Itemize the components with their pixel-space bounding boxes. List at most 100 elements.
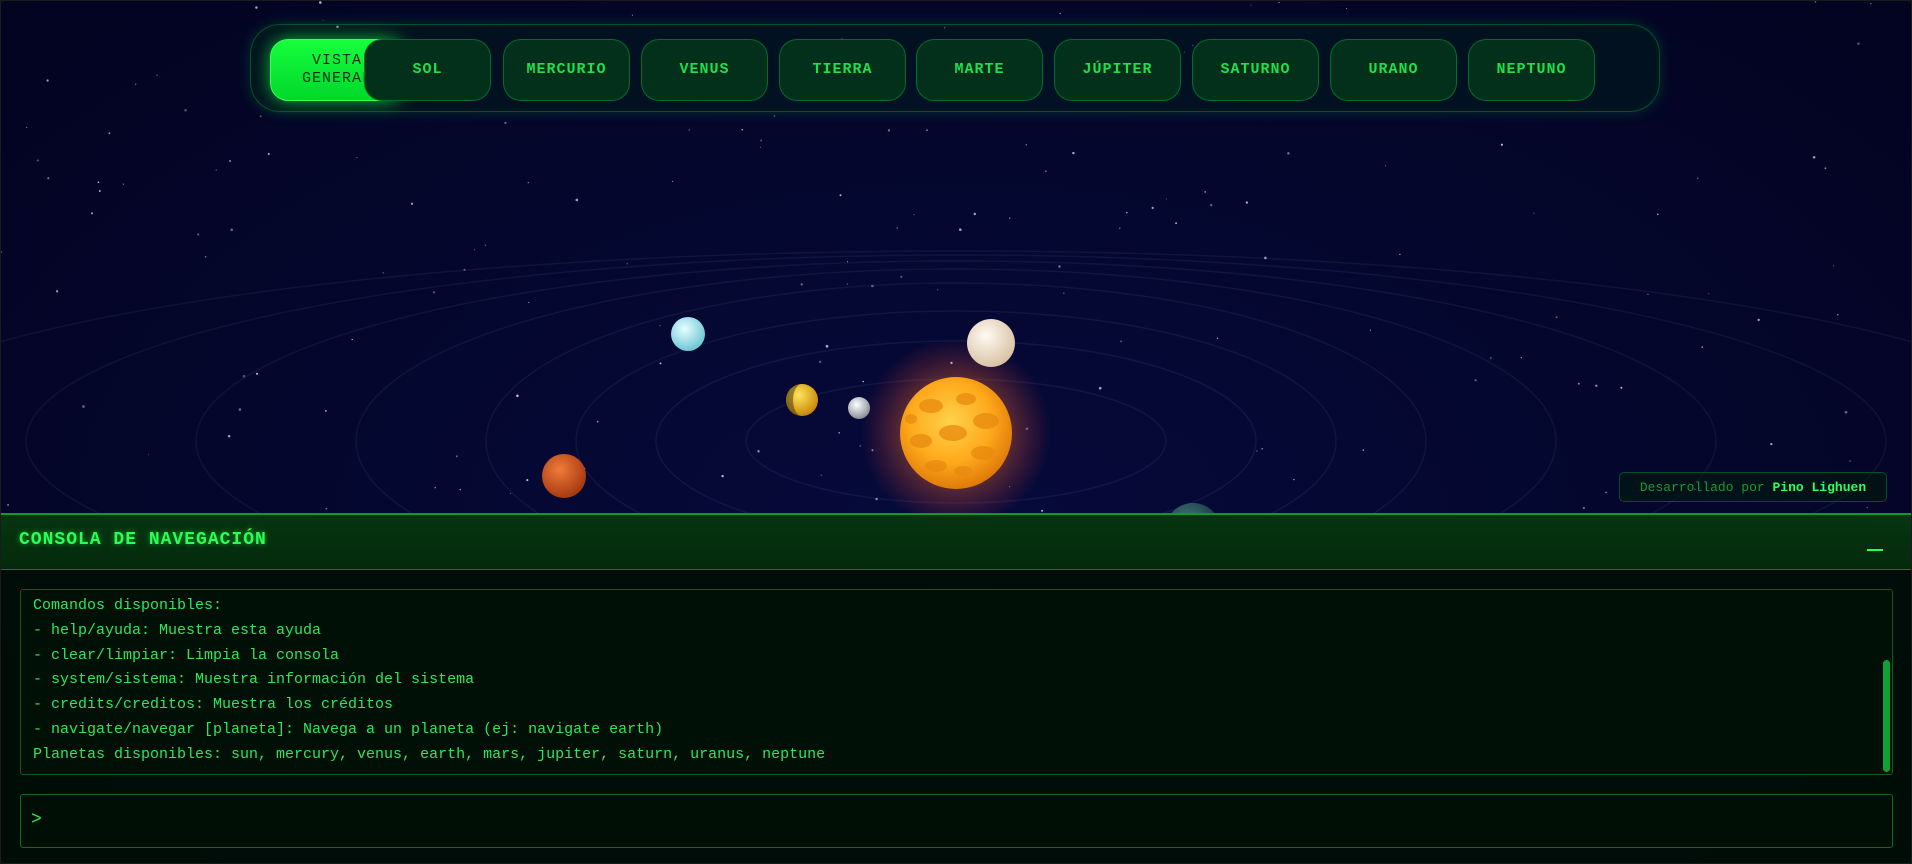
nav-button-mars[interactable]: MARTE [916, 39, 1043, 101]
star [1757, 318, 1760, 322]
credits-prefix: Desarrollado por [1639, 479, 1773, 495]
console-prompt: > [31, 810, 42, 830]
star [97, 181, 100, 184]
star [227, 434, 231, 438]
console-input-area: > [20, 794, 1893, 848]
star [1696, 177, 1699, 180]
nav-button-jupiter[interactable]: JÚPITER [1054, 39, 1181, 101]
star [82, 405, 85, 408]
star [90, 212, 94, 215]
nav-button-neptune[interactable]: NEPTUNO [1468, 39, 1595, 101]
star [825, 344, 829, 348]
star [1216, 337, 1219, 339]
planet-nav: VISTA GENERAL SOL MERCURIO VENUS TIERRA MARTE… [250, 24, 1660, 112]
star [1256, 450, 1258, 452]
app-window: VISTA GENERAL SOL MERCURIO VENUS TIERRA MARTE… [1, 1, 1911, 863]
nav-button-uranus[interactable]: URANO [1330, 39, 1457, 101]
console-line: - help/ayuda: Muestra esta ayuda [33, 621, 322, 639]
star [896, 227, 899, 229]
star [688, 129, 690, 131]
star [859, 445, 862, 447]
sun-body[interactable] [861, 338, 1051, 521]
console-input[interactable] [55, 805, 1879, 839]
star [1119, 227, 1121, 229]
star [322, 19, 324, 21]
star [575, 198, 579, 202]
star [528, 301, 530, 304]
star [1837, 313, 1839, 316]
venus-body[interactable] [967, 319, 1015, 367]
star [1844, 410, 1848, 414]
console-title: CONSOLA DE NAVEGACIÓN [19, 530, 267, 550]
star [937, 289, 939, 291]
console-scrollbar[interactable] [1883, 660, 1890, 772]
star [820, 474, 822, 476]
minimize-icon[interactable] [1865, 529, 1885, 555]
star [839, 194, 842, 197]
star [838, 431, 841, 434]
star [1063, 292, 1065, 294]
star [1175, 222, 1178, 225]
star [229, 160, 231, 162]
star [36, 159, 39, 162]
star [184, 109, 187, 112]
star [1250, 4, 1252, 6]
star [356, 157, 358, 159]
star [267, 152, 270, 156]
nav-button-earth[interactable]: TIERRA [779, 39, 906, 101]
star [1245, 201, 1249, 204]
star [1582, 506, 1585, 510]
uranus-body[interactable] [671, 317, 705, 351]
star [800, 283, 803, 286]
star [1595, 384, 1598, 387]
star [626, 263, 628, 265]
jupiter-body[interactable] [786, 384, 818, 416]
nav-button-saturn[interactable]: SATURNO [1192, 39, 1319, 101]
nav-button-mercury[interactable]: MERCURIO [503, 39, 630, 101]
star [1041, 509, 1044, 512]
star [1857, 42, 1860, 45]
star [760, 139, 763, 142]
star [215, 169, 217, 171]
star [1058, 265, 1061, 268]
star [1708, 293, 1710, 295]
mars-body[interactable] [542, 454, 586, 498]
star [526, 479, 529, 482]
star [474, 249, 476, 251]
console-output[interactable]: Comandos disponibles: - help/ayuda: Muest… [20, 589, 1893, 775]
star [434, 486, 437, 489]
star [230, 228, 234, 232]
star [818, 360, 822, 364]
nav-button-venus[interactable]: VENUS [641, 39, 768, 101]
nav-button-sun[interactable]: SOL [364, 39, 491, 101]
star [432, 291, 436, 294]
star [527, 181, 530, 184]
star [516, 394, 519, 398]
console-line: - credits/creditos: Muestra los créditos [33, 696, 394, 714]
star [255, 6, 258, 9]
star [1045, 170, 1047, 172]
console-line: - navigate/navegar [planeta]: Navega a u… [33, 720, 664, 738]
star [1261, 448, 1263, 450]
star [1474, 379, 1477, 382]
star [959, 228, 962, 231]
star [108, 132, 111, 135]
star [741, 128, 744, 131]
star [238, 408, 242, 411]
star [1500, 143, 1503, 146]
star [410, 202, 414, 205]
star [204, 255, 207, 258]
star [122, 183, 125, 185]
star [46, 79, 49, 82]
star [1520, 357, 1522, 359]
star [596, 420, 599, 423]
mercury-body[interactable] [848, 397, 870, 419]
star [1870, 3, 1872, 5]
star [757, 450, 760, 453]
star [351, 338, 353, 341]
star [1293, 478, 1295, 481]
star [1072, 151, 1075, 155]
star [1824, 167, 1827, 170]
console-header[interactable]: CONSOLA DE NAVEGACIÓN [1, 515, 1911, 570]
star [1605, 491, 1607, 494]
